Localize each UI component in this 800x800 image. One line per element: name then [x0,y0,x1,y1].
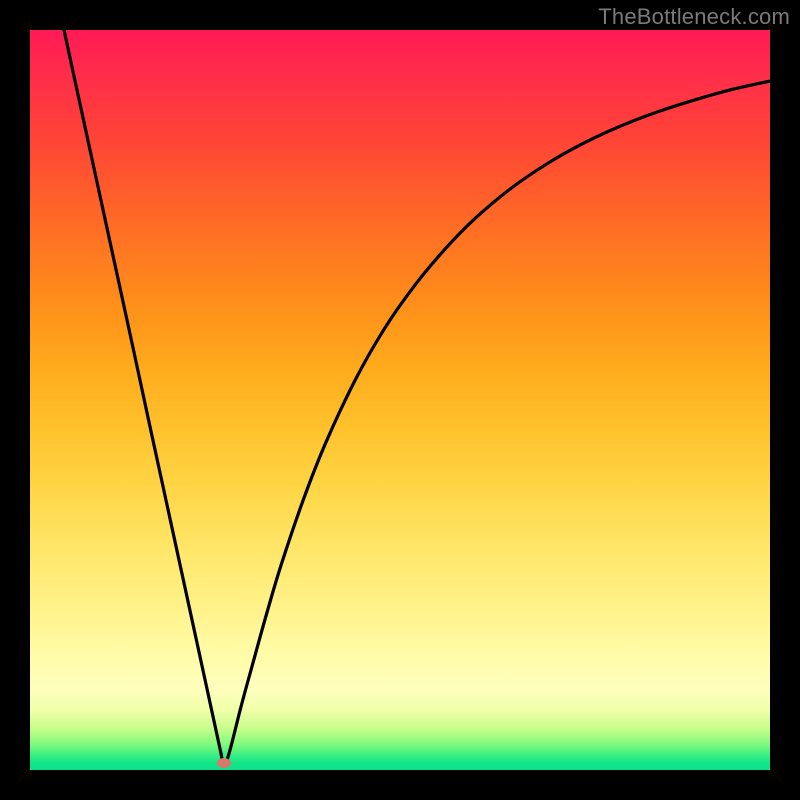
watermark: TheBottleneck.com [598,4,790,30]
optimum-marker [217,758,231,768]
bottleneck-curve [30,30,770,770]
chart-frame: TheBottleneck.com [0,0,800,800]
plot-area [30,30,770,770]
